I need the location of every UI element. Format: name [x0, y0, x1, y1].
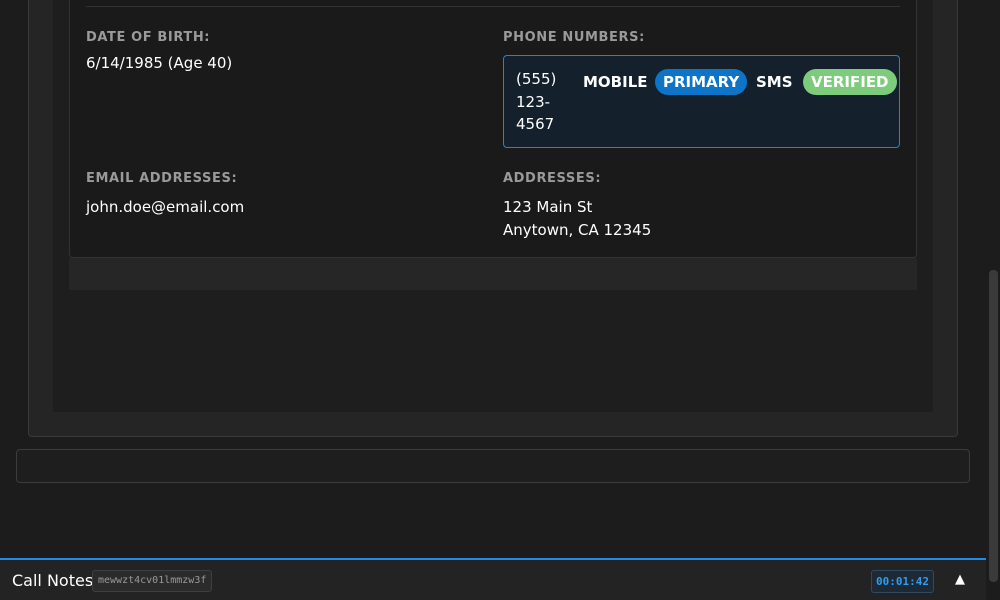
scrollbar-thumb[interactable] [989, 270, 998, 582]
phone-number-line: (555) [516, 70, 557, 88]
phone-number-entry[interactable]: (555) 123- 4567 MOBILE PRIMARY SMS VERIF… [503, 55, 900, 148]
primary-badge: PRIMARY [655, 69, 748, 95]
phone-number-line: 123- [516, 92, 551, 111]
phone-number-value: (555) 123- 4567 [516, 68, 560, 136]
empty-input-bar[interactable] [16, 449, 970, 483]
date-of-birth-value: 6/14/1985 (Age 40) [86, 54, 233, 72]
session-id-badge: mewwzt4cv01lmmzw3f [92, 570, 213, 592]
address-line: Anytown, CA 12345 [503, 221, 652, 239]
call-notes-bar[interactable]: Call Notes mewwzt4cv01lmmzw3f 00:01:42 ▲ [0, 558, 986, 600]
address-value: 123 Main St Anytown, CA 12345 [503, 196, 651, 242]
email-addresses-label: EMAIL ADDRESSES: [86, 171, 238, 186]
addresses-label: ADDRESSES: [503, 171, 602, 186]
caret-up-icon[interactable]: ▲ [951, 571, 969, 589]
call-notes-title: Call Notes [12, 571, 94, 590]
card-divider [86, 6, 900, 7]
email-address-value: john.doe@email.com [86, 198, 245, 216]
call-timer: 00:01:42 [871, 570, 934, 593]
phone-number-line: 4567 [516, 115, 555, 133]
phone-type-tag: MOBILE [583, 73, 648, 91]
verified-badge: VERIFIED [803, 69, 897, 95]
phone-numbers-label: PHONE NUMBERS: [503, 30, 645, 45]
date-of-birth-label: DATE OF BIRTH: [86, 30, 211, 45]
sms-tag: SMS [756, 73, 793, 91]
address-line: 123 Main St [503, 198, 593, 216]
card-footer-strip [69, 258, 917, 290]
